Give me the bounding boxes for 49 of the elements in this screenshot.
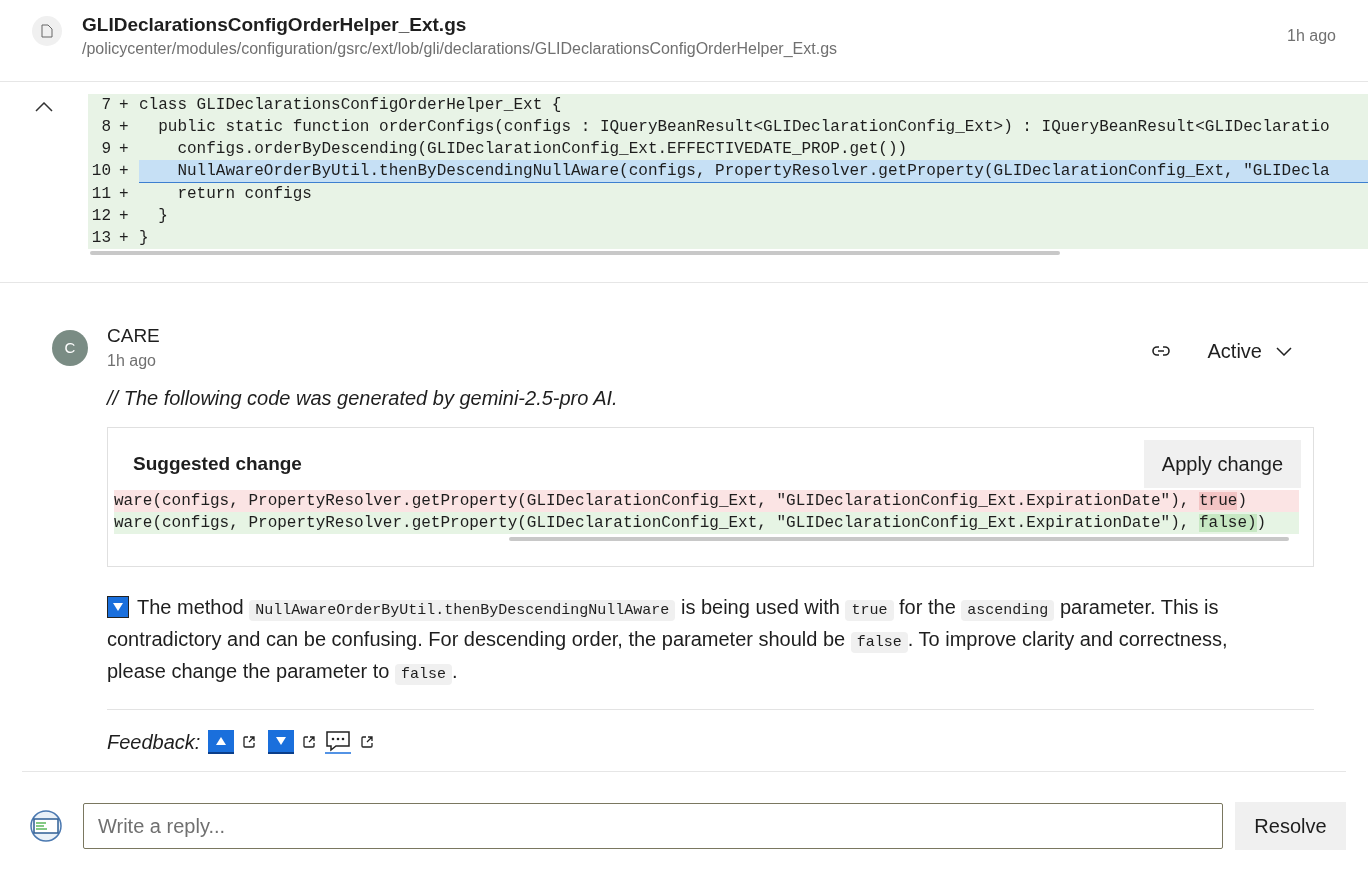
status-dropdown[interactable]: Active <box>1203 336 1296 366</box>
link-icon[interactable] <box>1151 345 1170 357</box>
reply-input[interactable]: Write a reply... <box>83 803 1223 849</box>
diff-marker: + <box>119 95 130 116</box>
diff-marker: + <box>119 117 130 138</box>
ai-note: // The following code was generated by gemini-2.5-pro AI. <box>107 386 619 411</box>
user-avatar-icon <box>28 810 64 842</box>
line-number: 11 <box>90 184 111 205</box>
line-number: 13 <box>90 228 111 249</box>
code-line: public static function orderConfigs(configs : IQueryBeanResult<GLIDeclarationConfig_Ext>) : IQueryBeanResult<GLIDeclaratio <box>157 117 1331 138</box>
resolve-button[interactable]: Resolve <box>1235 802 1346 850</box>
thumbs-down-link[interactable] <box>268 729 295 754</box>
file-path: /policycenter/modules/configuration/gsrc/ext/lob/gli/declarations/GLIDeclarationsConfigOrderHelper_Ext.gs <box>82 39 838 59</box>
diff-marker: + <box>119 206 130 227</box>
diff-marker: + <box>119 184 130 205</box>
code-line: configs.orderByDescending(GLIDeclarationConfig_Ext.EFFECTIVEDATE_PROP.get()) <box>176 139 909 160</box>
diff-marker: + <box>119 161 130 182</box>
apply-change-button[interactable]: Apply change <box>1143 440 1301 488</box>
file-icon <box>32 16 62 46</box>
thumbs-up-link[interactable] <box>208 729 235 754</box>
line-number: 12 <box>90 206 111 227</box>
code-line: return configs <box>176 184 313 205</box>
avatar: C <box>52 330 88 366</box>
diff-marker: + <box>119 139 130 160</box>
collapse-chevron-icon[interactable] <box>35 102 53 112</box>
line-number: 8 <box>100 117 111 138</box>
code-line: class GLIDeclarationsConfigOrderHelper_Ext { <box>139 95 563 116</box>
external-link-icon[interactable] <box>302 734 317 749</box>
line-number: 10 <box>90 161 111 182</box>
external-link-icon[interactable] <box>360 734 375 749</box>
diff-marker: + <box>119 228 130 249</box>
down-arrow-icon <box>276 736 287 745</box>
suggestion-title: Suggested change <box>133 451 302 476</box>
comment-time: 1h ago <box>107 351 157 371</box>
timestamp: 1h ago <box>1287 26 1336 46</box>
line-number: 9 <box>100 139 111 160</box>
file-name: GLIDeclarationsConfigOrderHelper_Ext.gs <box>82 13 468 37</box>
horizontal-scrollbar[interactable] <box>90 251 1060 255</box>
up-arrow-icon <box>216 736 227 745</box>
horizontal-scrollbar[interactable] <box>509 537 1289 541</box>
chevron-down-icon <box>1276 346 1292 356</box>
feedback-label: Feedback: <box>107 729 201 755</box>
code-line: } <box>139 228 150 249</box>
code-line: } <box>157 206 169 227</box>
comment-text: The method NullAwareOrderByUtil.thenByDescendingNullAware is being used with true for the ascending parameter. This is contradictory and can be confusing. For descending order, the parameter should be false . To improve clarity and correctness, please change the parameter to false . <box>107 595 1229 687</box>
comment-link-icon[interactable] <box>324 729 353 754</box>
author-name: CARE <box>107 324 160 348</box>
external-link-icon[interactable] <box>242 734 257 749</box>
line-number: 7 <box>100 95 111 116</box>
